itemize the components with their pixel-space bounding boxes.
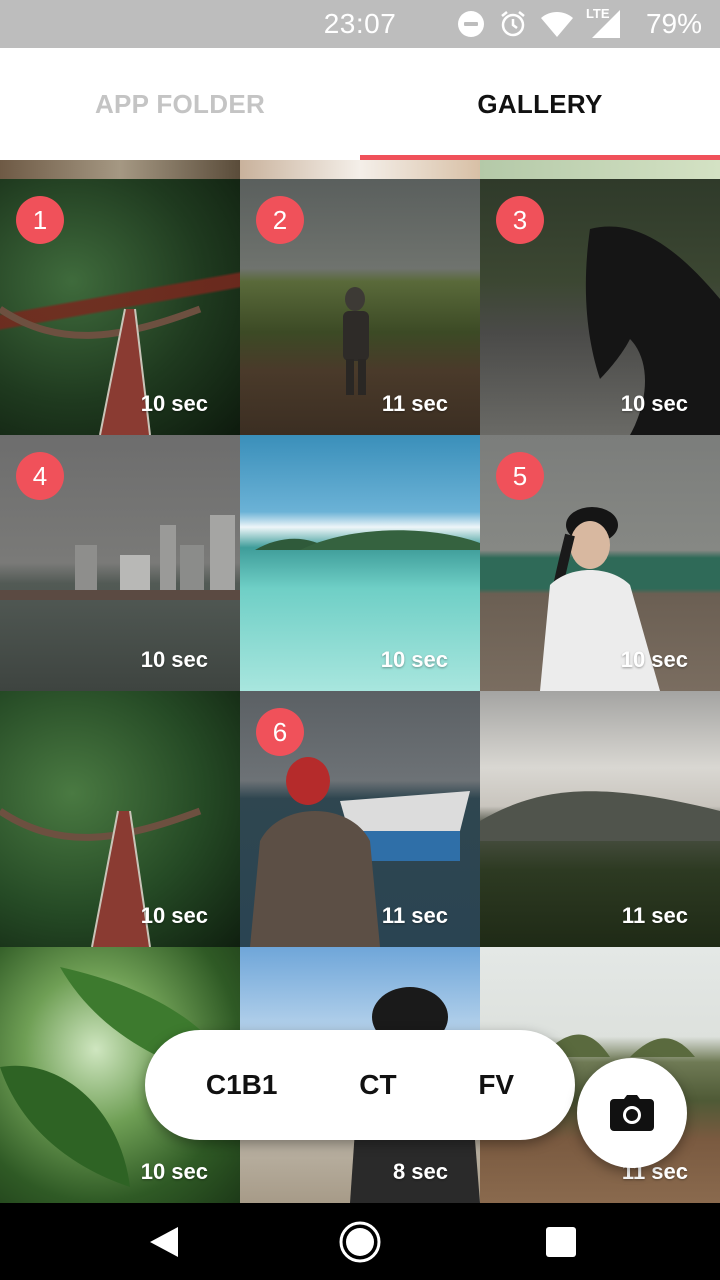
pill-option-fv[interactable]: FV [478, 1069, 514, 1101]
duration-label: 10 sec [620, 647, 688, 672]
duration-label: 10 sec [380, 647, 448, 672]
tab-bar: APP FOLDER GALLERY [0, 48, 720, 160]
wifi-icon [540, 10, 574, 38]
recents-button[interactable] [540, 1221, 582, 1263]
video-tile[interactable]: 10 sec [0, 691, 240, 947]
duration-label: 10 sec [140, 391, 208, 416]
video-tile[interactable]: 5 10 sec [480, 435, 720, 691]
duration-label: 10 sec [140, 1159, 208, 1184]
pill-option-c1b1[interactable]: C1B1 [206, 1069, 278, 1101]
navigation-bar [0, 1203, 720, 1280]
dnd-icon [456, 9, 486, 39]
battery-level: 79% [645, 8, 702, 39]
camera-button[interactable] [577, 1058, 687, 1168]
tab-gallery[interactable]: GALLERY [360, 48, 720, 160]
video-tile[interactable]: 10 sec [240, 435, 480, 691]
selection-badge: 6 [256, 708, 304, 756]
status-bar: 23:07 LTE 79% [0, 0, 720, 48]
duration-label: 11 sec [381, 903, 448, 928]
pill-option-ct[interactable]: CT [359, 1069, 396, 1101]
duration-label: 10 sec [140, 647, 208, 672]
video-tile[interactable]: 1 10 sec [0, 179, 240, 435]
tab-app-folder[interactable]: APP FOLDER [0, 48, 360, 160]
partial-row-previous [0, 160, 720, 179]
selection-badge: 4 [16, 452, 64, 500]
recents-icon [546, 1227, 576, 1257]
selection-badge: 5 [496, 452, 544, 500]
duration-label: 11 sec [621, 903, 688, 928]
back-button[interactable] [142, 1221, 184, 1263]
alarm-icon [498, 9, 528, 39]
status-icons: LTE 79% [456, 6, 702, 42]
cellular-icon: LTE [585, 6, 622, 40]
action-pill: C1B1 CT FV [145, 1030, 575, 1140]
selection-badge: 3 [496, 196, 544, 244]
selection-badge: 1 [16, 196, 64, 244]
video-tile[interactable]: 6 11 sec [240, 691, 480, 947]
duration-label: 10 sec [620, 391, 688, 416]
video-tile[interactable]: 2 11 sec [240, 179, 480, 435]
network-label: LTE [585, 6, 610, 21]
video-tile[interactable]: 4 10 sec [0, 435, 240, 691]
tab-gallery-label: GALLERY [477, 88, 603, 119]
duration-label: 10 sec [140, 903, 208, 928]
video-tile[interactable]: 3 10 sec [480, 179, 720, 435]
duration-label: 8 sec [392, 1159, 448, 1184]
video-tile[interactable]: 11 sec [480, 691, 720, 947]
duration-label: 11 sec [381, 391, 448, 416]
selection-badge: 2 [256, 196, 304, 244]
back-icon [150, 1227, 178, 1257]
home-icon [339, 1221, 381, 1263]
home-button[interactable] [339, 1221, 381, 1263]
camera-icon [610, 1095, 654, 1131]
